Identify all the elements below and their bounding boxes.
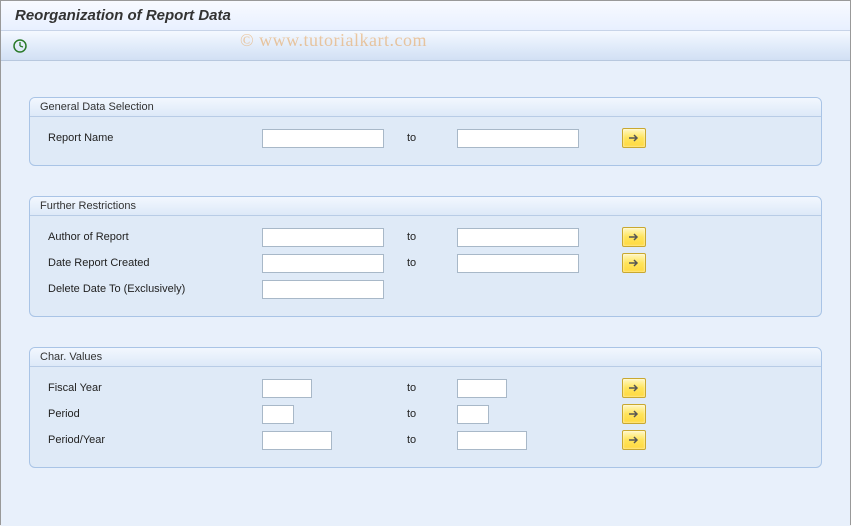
group-body-char: Fiscal Year to Period to <box>30 367 821 467</box>
to-label: to <box>397 382 457 394</box>
arrow-right-icon <box>628 133 640 143</box>
label-delete-date: Delete Date To (Exclusively) <box>42 283 262 295</box>
row-fiscal-year: Fiscal Year to <box>42 375 809 401</box>
report-name-from-input[interactable] <box>262 129 384 148</box>
label-author: Author of Report <box>42 231 262 243</box>
row-report-name: Report Name to <box>42 125 809 151</box>
to-label: to <box>397 231 457 243</box>
arrow-right-icon <box>628 409 640 419</box>
period-multiple-selection-button[interactable] <box>622 404 646 424</box>
content-area: General Data Selection Report Name to Fu… <box>1 61 850 526</box>
date-created-to-input[interactable] <box>457 254 579 273</box>
to-label: to <box>397 408 457 420</box>
row-date-created: Date Report Created to <box>42 250 809 276</box>
label-period-year: Period/Year <box>42 434 262 446</box>
author-from-input[interactable] <box>262 228 384 247</box>
group-further-restrictions: Further Restrictions Author of Report to… <box>29 196 822 317</box>
group-general-data-selection: General Data Selection Report Name to <box>29 97 822 166</box>
page-title: Reorganization of Report Data <box>15 7 231 24</box>
delete-date-to-input[interactable] <box>262 280 384 299</box>
fiscal-year-to-input[interactable] <box>457 379 507 398</box>
period-year-to-input[interactable] <box>457 431 527 450</box>
period-to-input[interactable] <box>457 405 489 424</box>
report-name-multiple-selection-button[interactable] <box>622 128 646 148</box>
group-body-general: Report Name to <box>30 117 821 165</box>
to-label: to <box>397 132 457 144</box>
row-period-year: Period/Year to <box>42 427 809 453</box>
report-name-to-input[interactable] <box>457 129 579 148</box>
period-from-input[interactable] <box>262 405 294 424</box>
period-year-multiple-selection-button[interactable] <box>622 430 646 450</box>
row-delete-date: Delete Date To (Exclusively) <box>42 276 809 302</box>
fiscal-year-multiple-selection-button[interactable] <box>622 378 646 398</box>
row-period: Period to <box>42 401 809 427</box>
to-label: to <box>397 257 457 269</box>
group-header-further: Further Restrictions <box>30 197 821 216</box>
execute-button[interactable] <box>11 37 29 55</box>
title-bar: Reorganization of Report Data <box>1 1 850 31</box>
period-year-from-input[interactable] <box>262 431 332 450</box>
to-label: to <box>397 434 457 446</box>
group-header-general: General Data Selection <box>30 98 821 117</box>
author-to-input[interactable] <box>457 228 579 247</box>
date-created-multiple-selection-button[interactable] <box>622 253 646 273</box>
fiscal-year-from-input[interactable] <box>262 379 312 398</box>
label-fiscal-year: Fiscal Year <box>42 382 262 394</box>
arrow-right-icon <box>628 383 640 393</box>
toolbar <box>1 31 850 61</box>
date-created-from-input[interactable] <box>262 254 384 273</box>
label-report-name: Report Name <box>42 132 262 144</box>
label-period: Period <box>42 408 262 420</box>
arrow-right-icon <box>628 435 640 445</box>
arrow-right-icon <box>628 258 640 268</box>
author-multiple-selection-button[interactable] <box>622 227 646 247</box>
clock-execute-icon <box>12 38 28 54</box>
group-char-values: Char. Values Fiscal Year to Period <box>29 347 822 468</box>
group-header-char: Char. Values <box>30 348 821 367</box>
arrow-right-icon <box>628 232 640 242</box>
row-author: Author of Report to <box>42 224 809 250</box>
group-body-further: Author of Report to Date Report Created … <box>30 216 821 316</box>
label-date-created: Date Report Created <box>42 257 262 269</box>
